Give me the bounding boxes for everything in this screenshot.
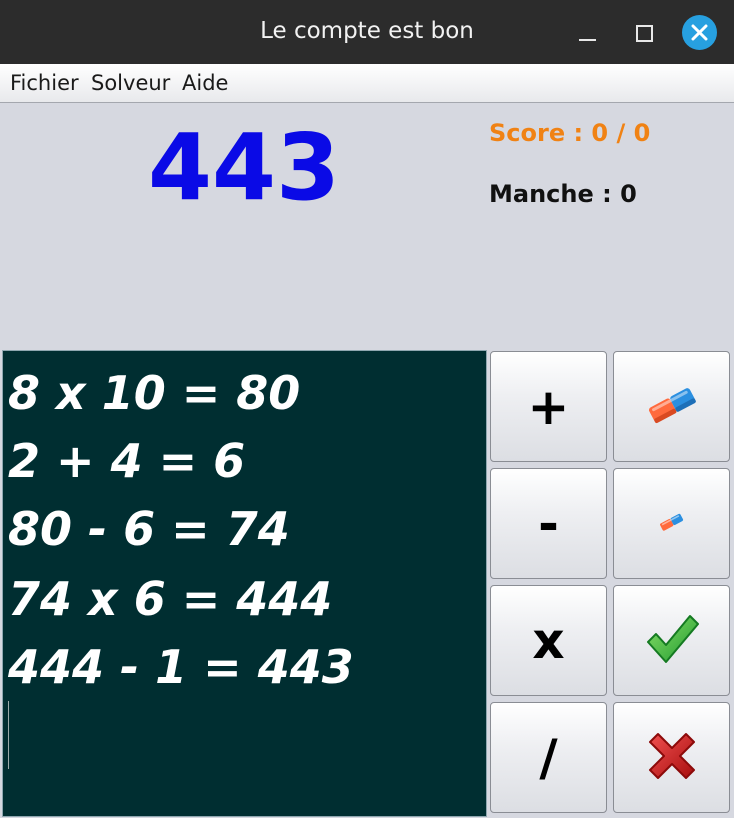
score-label: Score : 0 / 0: [489, 119, 651, 147]
add-label: +: [527, 377, 570, 436]
clear-last-button[interactable]: [613, 468, 730, 579]
menu-solveur[interactable]: Solveur: [91, 71, 170, 95]
add-button[interactable]: +: [490, 351, 607, 462]
minimize-icon[interactable]: [579, 24, 597, 42]
target-number: 443: [147, 114, 341, 221]
cancel-button[interactable]: [613, 702, 730, 813]
check-icon: [644, 611, 700, 671]
multiply-button[interactable]: x: [490, 585, 607, 696]
round-label: Manche : 0: [489, 180, 637, 208]
clear-all-button[interactable]: [613, 351, 730, 462]
validate-button[interactable]: [613, 585, 730, 696]
maximize-icon[interactable]: [636, 25, 653, 42]
menu-aide[interactable]: Aide: [182, 71, 228, 95]
board-line: 74 x 6 = 444: [8, 572, 333, 626]
board-line: 80 - 6 = 74: [8, 502, 290, 556]
text-caret: [8, 701, 9, 769]
title-bar: Le compte est bon: [0, 0, 734, 64]
divide-button[interactable]: /: [490, 702, 607, 813]
menu-fichier[interactable]: Fichier: [10, 71, 79, 95]
board-line: 444 - 1 = 443: [8, 640, 354, 694]
board-line: 2 + 4 = 6: [8, 434, 246, 488]
small-eraser-icon: [659, 512, 685, 536]
board-line: 8 x 10 = 80: [8, 366, 301, 420]
eraser-icon: [646, 385, 698, 429]
menu-bar: Fichier Solveur Aide: [0, 64, 734, 103]
cross-icon: [646, 730, 698, 786]
multiply-label: x: [532, 611, 565, 670]
close-icon[interactable]: [682, 15, 717, 50]
calculation-board[interactable]: 8 x 10 = 80 2 + 4 = 6 80 - 6 = 74 74 x 6…: [2, 350, 487, 817]
divide-label: /: [539, 728, 558, 787]
subtract-button[interactable]: -: [490, 468, 607, 579]
subtract-label: -: [538, 494, 559, 553]
window-title: Le compte est bon: [260, 18, 474, 44]
